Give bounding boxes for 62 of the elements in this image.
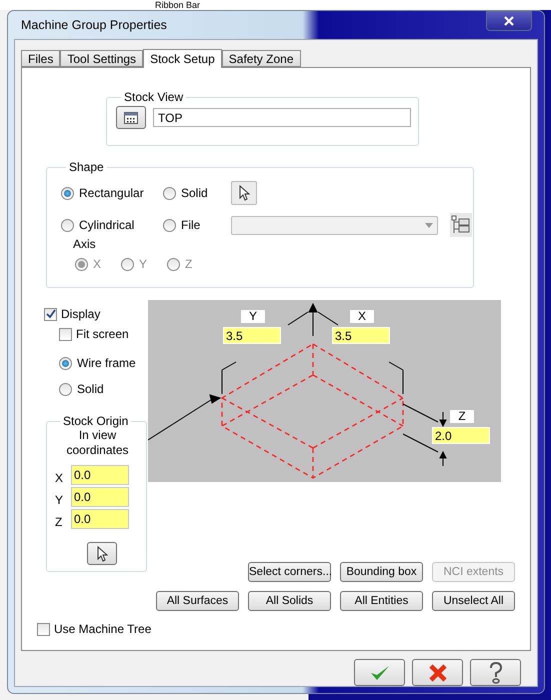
action-button[interactable]: All Solids (248, 591, 331, 611)
cursor-icon (238, 185, 250, 201)
ok-button[interactable] (354, 659, 405, 686)
view-picker-button[interactable] (116, 106, 146, 129)
pick-origin-button[interactable] (87, 542, 117, 565)
close-icon (428, 664, 446, 682)
dimension-label: Y (241, 310, 265, 323)
tab[interactable]: Files (21, 50, 60, 67)
grid-icon (124, 112, 138, 124)
checkmark-icon (370, 664, 390, 682)
group-title: Stock View (123, 90, 184, 104)
radio-option[interactable]: File (163, 212, 221, 238)
cursor-icon (96, 546, 108, 562)
cancel-button[interactable] (412, 659, 463, 686)
dimension-field[interactable]: 3.5 (223, 327, 281, 344)
checkbox[interactable] (44, 308, 57, 320)
fit-screen-checkbox[interactable]: Fit screen (59, 324, 148, 344)
group-title: Stock Origin (62, 414, 130, 428)
coordinate-label: Y (55, 493, 64, 507)
coordinate-field[interactable]: 0.0 (71, 509, 129, 529)
radio-option[interactable]: Rectangular (61, 180, 163, 206)
ribbon-label: Ribbon Bar (155, 0, 200, 10)
axis-label: Axis (73, 238, 97, 251)
coordinate-field[interactable]: 0.0 (71, 487, 129, 507)
stock-view-field[interactable]: TOP (153, 108, 411, 127)
display-checkbox[interactable]: Display (44, 304, 148, 324)
render-mode-radio[interactable]: Solid (59, 376, 148, 402)
coordinate-field[interactable]: 0.0 (71, 465, 129, 485)
use-machine-tree-checkbox[interactable]: Use Machine Tree (37, 619, 530, 639)
dimension-field[interactable]: 2.0 (432, 427, 490, 444)
action-button[interactable]: Select corners... (248, 562, 331, 582)
dimension-label: X (350, 310, 374, 323)
coordinate-label: X (55, 471, 64, 485)
checkbox-label: Use Machine Tree (54, 622, 152, 636)
help-button[interactable] (470, 659, 521, 686)
dimension-label: Z (450, 410, 474, 423)
action-button[interactable]: All Surfaces (156, 591, 239, 611)
checkbox[interactable] (37, 622, 50, 636)
dropdown-caret-icon (425, 222, 433, 228)
tab[interactable]: Tool Settings (60, 50, 144, 67)
action-button[interactable]: Bounding box (340, 562, 423, 582)
dimension-field[interactable]: 3.5 (332, 327, 390, 344)
tab[interactable]: Safety Zone (222, 50, 300, 67)
window-title: Machine Group Properties (20, 18, 167, 32)
coordinate-label: Z (55, 515, 64, 529)
tab[interactable]: Stock Setup (143, 49, 222, 68)
render-mode-radio[interactable]: Wire frame (59, 350, 148, 376)
pick-button[interactable] (231, 181, 257, 205)
checkbox-label: Fit screen (76, 327, 129, 341)
caption-text: In view coordinates (65, 428, 130, 458)
group-title: Shape (68, 160, 105, 174)
radio-option[interactable]: Solid (163, 180, 221, 206)
close-button[interactable] (486, 11, 532, 31)
checkbox-label: Display (61, 307, 100, 321)
browse-button[interactable] (450, 213, 472, 237)
radio-option[interactable]: Cylindrical (61, 212, 163, 238)
action-button[interactable]: All Entities (340, 591, 423, 611)
close-icon (503, 16, 515, 26)
help-icon (488, 662, 504, 684)
action-button[interactable]: Unselect All (432, 591, 515, 611)
checkbox[interactable] (59, 328, 72, 340)
folder-tree-icon (450, 215, 470, 235)
